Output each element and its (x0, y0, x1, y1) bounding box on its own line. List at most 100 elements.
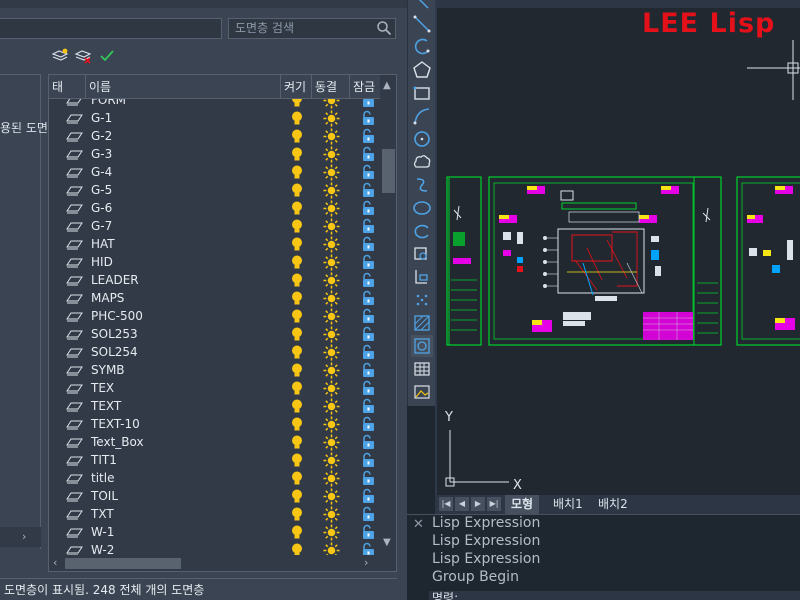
spline-icon[interactable] (411, 174, 433, 196)
lightbulb-icon[interactable] (289, 128, 305, 144)
close-icon[interactable]: ✕ (413, 517, 424, 532)
layer-row[interactable]: LEADER (49, 271, 380, 289)
layer-row[interactable]: G-6 (49, 199, 380, 217)
lightbulb-icon[interactable] (289, 326, 305, 342)
lightbulb-icon[interactable] (289, 218, 305, 234)
sun-icon[interactable] (323, 488, 340, 505)
lightbulb-icon[interactable] (289, 308, 305, 324)
layer-row[interactable]: FORM (49, 99, 380, 109)
region-icon[interactable] (411, 335, 433, 357)
sun-icon[interactable] (323, 416, 340, 433)
drawing-canvas[interactable]: LEE Lisp Y X (435, 0, 800, 514)
lightbulb-icon[interactable] (289, 254, 305, 270)
revision-cloud-icon[interactable] (411, 151, 433, 173)
sun-icon[interactable] (323, 110, 340, 127)
unlock-icon[interactable] (360, 290, 376, 306)
sun-icon[interactable] (323, 182, 340, 199)
unlock-icon[interactable] (360, 128, 376, 144)
layer-row[interactable]: Text_Box (49, 433, 380, 451)
layer-row[interactable]: SOL254 (49, 343, 380, 361)
prev-tab-icon[interactable]: ◀ (455, 497, 469, 511)
layer-filter-field[interactable] (0, 18, 222, 39)
column-lock[interactable]: 잠금 (350, 75, 380, 99)
chevron-right-icon[interactable]: › (22, 530, 26, 543)
layer-row[interactable]: TXT (49, 505, 380, 523)
layer-row[interactable]: HAT (49, 235, 380, 253)
sun-icon[interactable] (323, 272, 340, 289)
sun-icon[interactable] (323, 146, 340, 163)
tab-layout2[interactable]: 배치2 (592, 495, 634, 514)
layer-row[interactable]: G-5 (49, 181, 380, 199)
unlock-icon[interactable] (360, 308, 376, 324)
layer-row[interactable]: W-2 (49, 541, 380, 555)
ellipse-arc-icon[interactable] (411, 220, 433, 242)
checkmark-icon[interactable] (98, 47, 116, 65)
circle-icon[interactable] (411, 128, 433, 150)
command-input[interactable]: 명령: (429, 591, 800, 600)
layer-name[interactable]: SYMB (91, 361, 125, 379)
lightbulb-icon[interactable] (289, 146, 305, 162)
unlock-icon[interactable] (360, 506, 376, 522)
layer-name[interactable]: G-2 (91, 127, 112, 145)
layer-name[interactable]: G-4 (91, 163, 112, 181)
sun-icon[interactable] (323, 99, 340, 109)
lightbulb-icon[interactable] (289, 344, 305, 360)
unlock-icon[interactable] (360, 146, 376, 162)
layer-filter-tree[interactable]: 용된 도면 (0, 74, 48, 549)
unlock-icon[interactable] (360, 470, 376, 486)
rectangle-icon[interactable] (411, 82, 433, 104)
curve-arc-icon[interactable] (411, 105, 433, 127)
lightbulb-icon[interactable] (289, 200, 305, 216)
layer-row[interactable]: G-1 (49, 109, 380, 127)
sun-icon[interactable] (323, 128, 340, 145)
polygon-icon[interactable] (411, 59, 433, 81)
chevron-right-icon[interactable]: › (364, 556, 368, 569)
sun-icon[interactable] (323, 524, 340, 541)
sun-icon[interactable] (323, 344, 340, 361)
unlock-icon[interactable] (360, 524, 376, 540)
sun-icon[interactable] (323, 290, 340, 307)
layer-row[interactable]: TIT1 (49, 451, 380, 469)
layer-name[interactable]: title (91, 469, 114, 487)
layer-name[interactable]: SOL253 (91, 325, 138, 343)
delete-layer-icon[interactable] (74, 47, 92, 65)
ellipse-icon[interactable] (411, 197, 433, 219)
lightbulb-icon[interactable] (289, 362, 305, 378)
layer-name[interactable]: Text_Box (91, 433, 144, 451)
layer-name[interactable]: TOIL (91, 487, 118, 505)
lightbulb-icon[interactable] (289, 488, 305, 504)
tab-layout1[interactable]: 배치1 (547, 495, 589, 514)
layer-row[interactable]: TEX (49, 379, 380, 397)
column-status[interactable]: 태 (49, 75, 86, 99)
filter-tree-scrollbar[interactable]: › (0, 527, 41, 547)
lightbulb-icon[interactable] (289, 110, 305, 126)
layer-name[interactable]: W-1 (91, 523, 114, 541)
lightbulb-icon[interactable] (289, 236, 305, 252)
lightbulb-icon[interactable] (289, 290, 305, 306)
horizontal-scrollbar[interactable]: ‹ › (49, 555, 380, 571)
layer-name[interactable]: TEXT (91, 397, 121, 415)
unlock-icon[interactable] (360, 398, 376, 414)
sun-icon[interactable] (323, 380, 340, 397)
layer-name[interactable]: SOL254 (91, 343, 138, 361)
layer-row[interactable]: TEXT-10 (49, 415, 380, 433)
insert-block-icon[interactable] (411, 243, 433, 265)
layer-name[interactable]: G-6 (91, 199, 112, 217)
column-on[interactable]: 켜기 (281, 75, 312, 99)
unlock-icon[interactable] (360, 200, 376, 216)
layer-row[interactable]: SOL253 (49, 325, 380, 343)
sun-icon[interactable] (323, 362, 340, 379)
arc-icon[interactable] (411, 36, 433, 58)
polyline-icon[interactable] (411, 13, 433, 35)
chevron-down-icon[interactable]: ▼ (383, 537, 391, 548)
lightbulb-icon[interactable] (289, 380, 305, 396)
unlock-icon[interactable] (360, 218, 376, 234)
unlock-icon[interactable] (360, 236, 376, 252)
layer-row[interactable]: G-2 (49, 127, 380, 145)
chevron-up-icon[interactable]: ▲ (383, 80, 391, 91)
lightbulb-icon[interactable] (289, 542, 305, 555)
sun-icon[interactable] (323, 542, 340, 555)
layer-row[interactable]: W-1 (49, 523, 380, 541)
layer-row[interactable]: PHC-500 (49, 307, 380, 325)
sun-icon[interactable] (323, 470, 340, 487)
